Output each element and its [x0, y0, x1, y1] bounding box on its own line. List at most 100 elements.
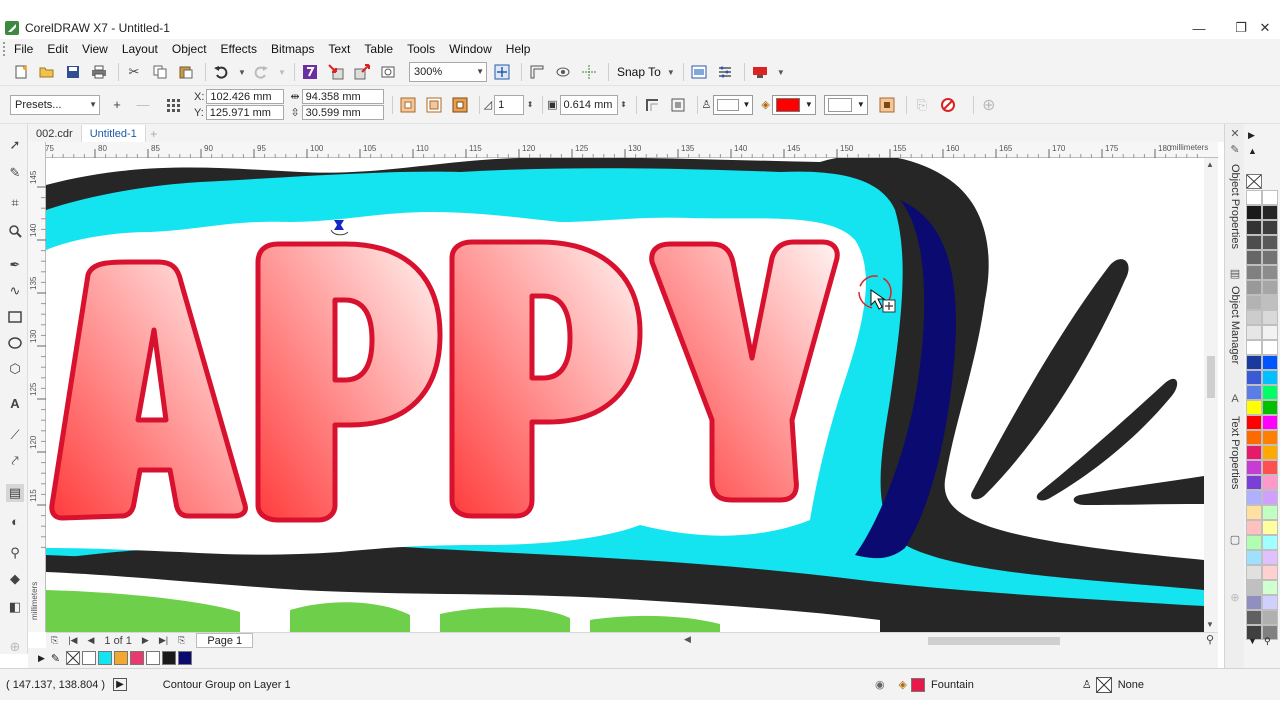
palette-color-swatch[interactable]: [1262, 460, 1278, 475]
palette-color-swatch[interactable]: [1246, 235, 1262, 250]
horizontal-ruler[interactable]: 75 80 85 90 95 100 105 110 115 120 125 130 135 140 145…: [46, 142, 1218, 158]
chevron-down-icon[interactable]: ▼: [775, 61, 787, 83]
eyedropper-tool-icon[interactable]: ⚲: [6, 544, 24, 562]
palette-color-swatch[interactable]: [1262, 280, 1278, 295]
interactive-contour-icon[interactable]: ▤: [6, 484, 24, 502]
menu-layout[interactable]: Layout: [115, 42, 165, 56]
snap-to-dropdown[interactable]: Snap To: [613, 65, 665, 79]
undo-dropdown-icon[interactable]: ▼: [236, 61, 248, 83]
polygon-tool-icon[interactable]: ⬡: [6, 360, 24, 378]
scroll-up-icon[interactable]: ▲: [1206, 160, 1214, 169]
palette-color-swatch[interactable]: [1262, 190, 1278, 205]
horizontal-scrollbar[interactable]: ◀ ▶: [684, 633, 1243, 648]
vertical-ruler[interactable]: 145 140 135 130 125 120 115 millimeters: [28, 142, 46, 632]
height-field[interactable]: 30.599 mm: [301, 105, 384, 120]
add-docker-icon[interactable]: ⊕: [1228, 590, 1242, 604]
document-color-swatch[interactable]: [114, 651, 129, 665]
burst-stroke-bottom[interactable]: [1073, 476, 1204, 505]
crop-tool-icon[interactable]: ⌗: [6, 194, 24, 212]
palette-color-swatch[interactable]: [1262, 610, 1278, 625]
text-tool-icon[interactable]: A: [6, 394, 24, 412]
docker-close-icon[interactable]: ✕: [1228, 126, 1242, 140]
palette-color-swatch[interactable]: [1246, 415, 1262, 430]
contour-steps-field[interactable]: 1: [494, 94, 525, 115]
previous-page-icon[interactable]: ◀: [82, 635, 99, 646]
no-color-palette-swatch[interactable]: [1246, 174, 1262, 189]
object-acceleration-icon[interactable]: [876, 94, 898, 116]
redo-dropdown-icon[interactable]: ▼: [276, 61, 288, 83]
play-icon[interactable]: ▶: [113, 678, 127, 691]
show-grid-icon[interactable]: [552, 61, 574, 83]
add-preset-icon[interactable]: +: [106, 94, 128, 116]
add-page-icon[interactable]: ⎘: [173, 635, 190, 646]
paste-icon[interactable]: [175, 61, 197, 83]
menu-view[interactable]: View: [75, 42, 115, 56]
palette-color-swatch[interactable]: [1246, 460, 1262, 475]
palette-color-swatch[interactable]: [1262, 295, 1278, 310]
contour-group-artwork[interactable]: [46, 158, 1204, 632]
palette-color-swatch[interactable]: [1246, 565, 1262, 580]
palette-color-swatch[interactable]: [1246, 250, 1262, 265]
welcome-screen-icon[interactable]: [688, 61, 710, 83]
search-content-icon[interactable]: [299, 61, 321, 83]
vertical-scrollbar[interactable]: ▲ ▼: [1204, 158, 1218, 632]
connector-tool-icon[interactable]: ⤤: [6, 452, 24, 470]
drawing-canvas[interactable]: [46, 158, 1204, 632]
options-icon[interactable]: [714, 61, 736, 83]
palette-color-swatch[interactable]: [1246, 340, 1262, 355]
palette-color-swatch[interactable]: [1262, 385, 1278, 400]
quick-customize-icon[interactable]: ⊕: [978, 94, 1000, 116]
import-icon[interactable]: [325, 61, 347, 83]
palette-color-swatch[interactable]: [1262, 595, 1278, 610]
text-properties-icon[interactable]: A: [1228, 392, 1242, 406]
outside-contour-icon[interactable]: [449, 94, 471, 116]
palette-color-swatch[interactable]: [1262, 535, 1278, 550]
object-manager-icon[interactable]: ▤: [1228, 266, 1242, 280]
tab-untitled-1[interactable]: Untitled-1: [81, 125, 146, 142]
menu-text[interactable]: Text: [321, 42, 357, 56]
palette-color-swatch[interactable]: [1246, 205, 1262, 220]
artistic-media-icon[interactable]: ∿: [6, 282, 24, 300]
palette-color-swatch[interactable]: [1246, 550, 1262, 565]
quick-customize-tools-icon[interactable]: ⊕: [6, 638, 24, 656]
document-color-swatch[interactable]: [162, 651, 177, 665]
contour-offset-field[interactable]: 0.614 mm: [559, 94, 618, 115]
close-button[interactable]: ✕: [1253, 17, 1277, 39]
menu-file[interactable]: File: [7, 42, 40, 56]
page-1-tab[interactable]: Page 1: [196, 633, 254, 648]
open-folder-icon[interactable]: [36, 61, 58, 83]
restore-button[interactable]: ❐: [1229, 17, 1253, 39]
palette-flyout-icon[interactable]: ▲: [1248, 146, 1257, 156]
docker-more-icon[interactable]: ▢: [1228, 532, 1242, 546]
palette-options-icon[interactable]: ⚲: [1264, 636, 1271, 647]
palette-color-swatch[interactable]: [1262, 565, 1278, 580]
document-color-swatch[interactable]: [130, 651, 145, 665]
palette-color-swatch[interactable]: [1262, 205, 1278, 220]
zoom-level-combo[interactable]: 300% ▼: [409, 62, 487, 82]
palette-color-swatch[interactable]: [1262, 475, 1278, 490]
copy-icon[interactable]: [149, 61, 171, 83]
export-icon[interactable]: [351, 61, 373, 83]
document-color-swatch[interactable]: [178, 651, 193, 665]
menu-bitmaps[interactable]: Bitmaps: [264, 42, 321, 56]
menu-tools[interactable]: Tools: [400, 42, 442, 56]
shape-tool-icon[interactable]: ✎: [6, 164, 24, 182]
palette-color-swatch[interactable]: [1246, 370, 1262, 385]
palette-color-swatch[interactable]: [1246, 310, 1262, 325]
palette-color-swatch[interactable]: [1246, 265, 1262, 280]
add-tab-icon[interactable]: +: [146, 126, 162, 142]
palette-color-swatch[interactable]: [1246, 535, 1262, 550]
object-origin-icon[interactable]: [162, 94, 184, 116]
palette-color-swatch[interactable]: [1246, 595, 1262, 610]
docker-tab-object-properties[interactable]: Object Properties: [1227, 164, 1243, 256]
ellipse-tool-icon[interactable]: [6, 334, 24, 352]
first-page-icon[interactable]: |◀: [63, 635, 82, 646]
palette-color-swatch[interactable]: [1246, 295, 1262, 310]
palette-color-swatch[interactable]: [1262, 340, 1278, 355]
object-properties-icon[interactable]: ✎: [1228, 142, 1242, 156]
full-screen-preview-icon[interactable]: [491, 61, 513, 83]
width-field[interactable]: 94.358 mm: [301, 89, 384, 104]
palette-color-swatch[interactable]: [1262, 370, 1278, 385]
menu-edit[interactable]: Edit: [40, 42, 75, 56]
presets-combo[interactable]: Presets... ▼: [10, 94, 100, 115]
